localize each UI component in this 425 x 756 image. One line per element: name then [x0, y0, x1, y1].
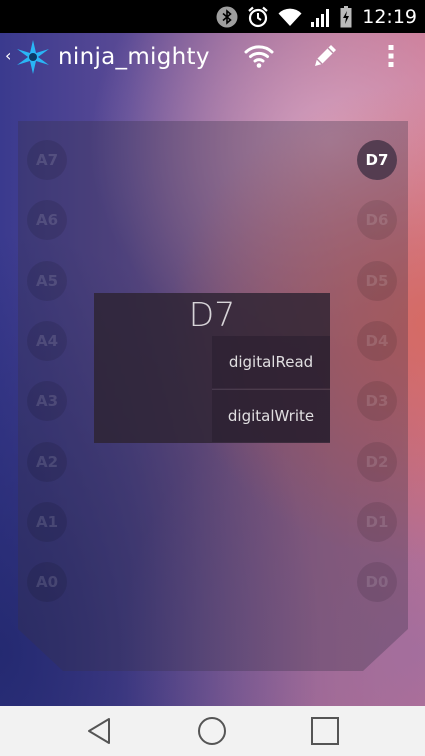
pin-a0[interactable]: A0	[27, 562, 67, 602]
pin-d6[interactable]: D6	[357, 200, 397, 240]
popup-title: D7	[188, 295, 236, 334]
pin-d3[interactable]: D3	[357, 381, 397, 421]
back-triangle-icon[interactable]	[85, 716, 115, 750]
battery-charging-icon	[340, 5, 352, 28]
pin-d4[interactable]: D4	[357, 321, 397, 361]
wifi-icon[interactable]	[243, 40, 275, 76]
pin-d5[interactable]: D5	[357, 261, 397, 301]
app-logo-icon[interactable]	[15, 39, 51, 79]
status-bar: 12:19	[0, 0, 425, 33]
overflow-menu-icon[interactable]	[384, 40, 398, 76]
pin-d2[interactable]: D2	[357, 442, 397, 482]
pin-d7[interactable]: D7	[357, 140, 397, 180]
pencil-icon[interactable]	[309, 40, 341, 76]
signal-icon	[310, 6, 332, 28]
pin-a1[interactable]: A1	[27, 502, 67, 542]
wifi-icon	[278, 7, 302, 27]
pin-a7[interactable]: A7	[27, 140, 67, 180]
status-clock: 12:19	[362, 5, 417, 28]
pin-a4[interactable]: A4	[27, 321, 67, 361]
digital-write-option[interactable]: digitalWrite	[212, 390, 330, 442]
alarm-icon	[246, 5, 270, 29]
pin-d0[interactable]: D0	[357, 562, 397, 602]
app-title: ninja_mighty	[58, 44, 210, 70]
pin-action-popup: D7 digitalRead digitalWrite	[94, 293, 330, 443]
pin-a2[interactable]: A2	[27, 442, 67, 482]
digital-read-option[interactable]: digitalRead	[212, 336, 330, 388]
pin-d1[interactable]: D1	[357, 502, 397, 542]
home-circle-icon[interactable]	[197, 716, 227, 750]
pin-a3[interactable]: A3	[27, 381, 67, 421]
pin-a5[interactable]: A5	[27, 261, 67, 301]
back-chevron-icon[interactable]: ‹	[5, 48, 11, 64]
navigation-bar	[0, 706, 425, 756]
recents-square-icon[interactable]	[310, 716, 340, 750]
pin-a6[interactable]: A6	[27, 200, 67, 240]
bluetooth-icon	[216, 6, 238, 28]
